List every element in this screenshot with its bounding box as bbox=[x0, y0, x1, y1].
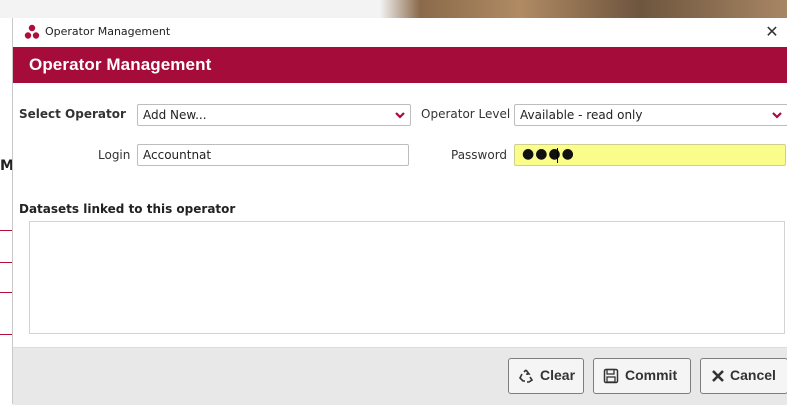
save-icon bbox=[603, 368, 619, 384]
clear-button-label: Clear bbox=[540, 367, 576, 383]
x-icon bbox=[712, 370, 724, 382]
background-divider bbox=[0, 334, 12, 335]
window-title: Operator Management bbox=[45, 25, 171, 38]
background-app-edge: M bbox=[0, 150, 14, 404]
login-input[interactable]: Accountnat bbox=[137, 144, 409, 166]
clear-button[interactable]: Clear bbox=[508, 358, 584, 394]
background-divider bbox=[0, 262, 12, 263]
operator-group-icon bbox=[24, 24, 40, 39]
chevron-down-icon bbox=[772, 112, 782, 119]
background-divider bbox=[0, 292, 12, 293]
text-caret bbox=[557, 148, 558, 163]
login-label: Login bbox=[98, 148, 131, 162]
select-operator-label: Select Operator bbox=[19, 107, 126, 121]
cancel-button-label: Cancel bbox=[730, 367, 776, 383]
password-input[interactable]: ●●●● bbox=[514, 144, 786, 166]
chevron-down-icon bbox=[395, 112, 405, 119]
select-operator-dropdown[interactable]: Add New... bbox=[137, 104, 411, 126]
dialog-footer: Clear Commit Cancel bbox=[13, 347, 787, 405]
page-title: Operator Management bbox=[29, 55, 212, 74]
dialog-header: Operator Management bbox=[13, 47, 787, 83]
datasets-list[interactable] bbox=[29, 221, 785, 334]
operator-level-label: Operator Level bbox=[421, 107, 511, 121]
cancel-button[interactable]: Cancel bbox=[700, 358, 787, 394]
password-masked-value: ●●●● bbox=[522, 146, 575, 162]
close-button[interactable]: ✕ bbox=[762, 21, 782, 43]
commit-button[interactable]: Commit bbox=[593, 358, 691, 394]
datasets-label: Datasets linked to this operator bbox=[19, 202, 236, 216]
select-operator-value: Add New... bbox=[143, 108, 207, 122]
window-titlebar: Operator Management ✕ bbox=[13, 18, 787, 48]
commit-button-label: Commit bbox=[625, 367, 678, 383]
background-app-strip bbox=[0, 0, 787, 18]
operator-management-dialog: Operator Management ✕ Operator Managemen… bbox=[12, 18, 787, 405]
operator-level-value: Available - read only bbox=[520, 108, 643, 122]
login-value: Accountnat bbox=[143, 148, 212, 162]
recycle-icon bbox=[519, 369, 534, 383]
background-divider bbox=[0, 230, 12, 231]
operator-level-dropdown[interactable]: Available - read only bbox=[514, 104, 787, 126]
password-label: Password bbox=[451, 148, 508, 162]
